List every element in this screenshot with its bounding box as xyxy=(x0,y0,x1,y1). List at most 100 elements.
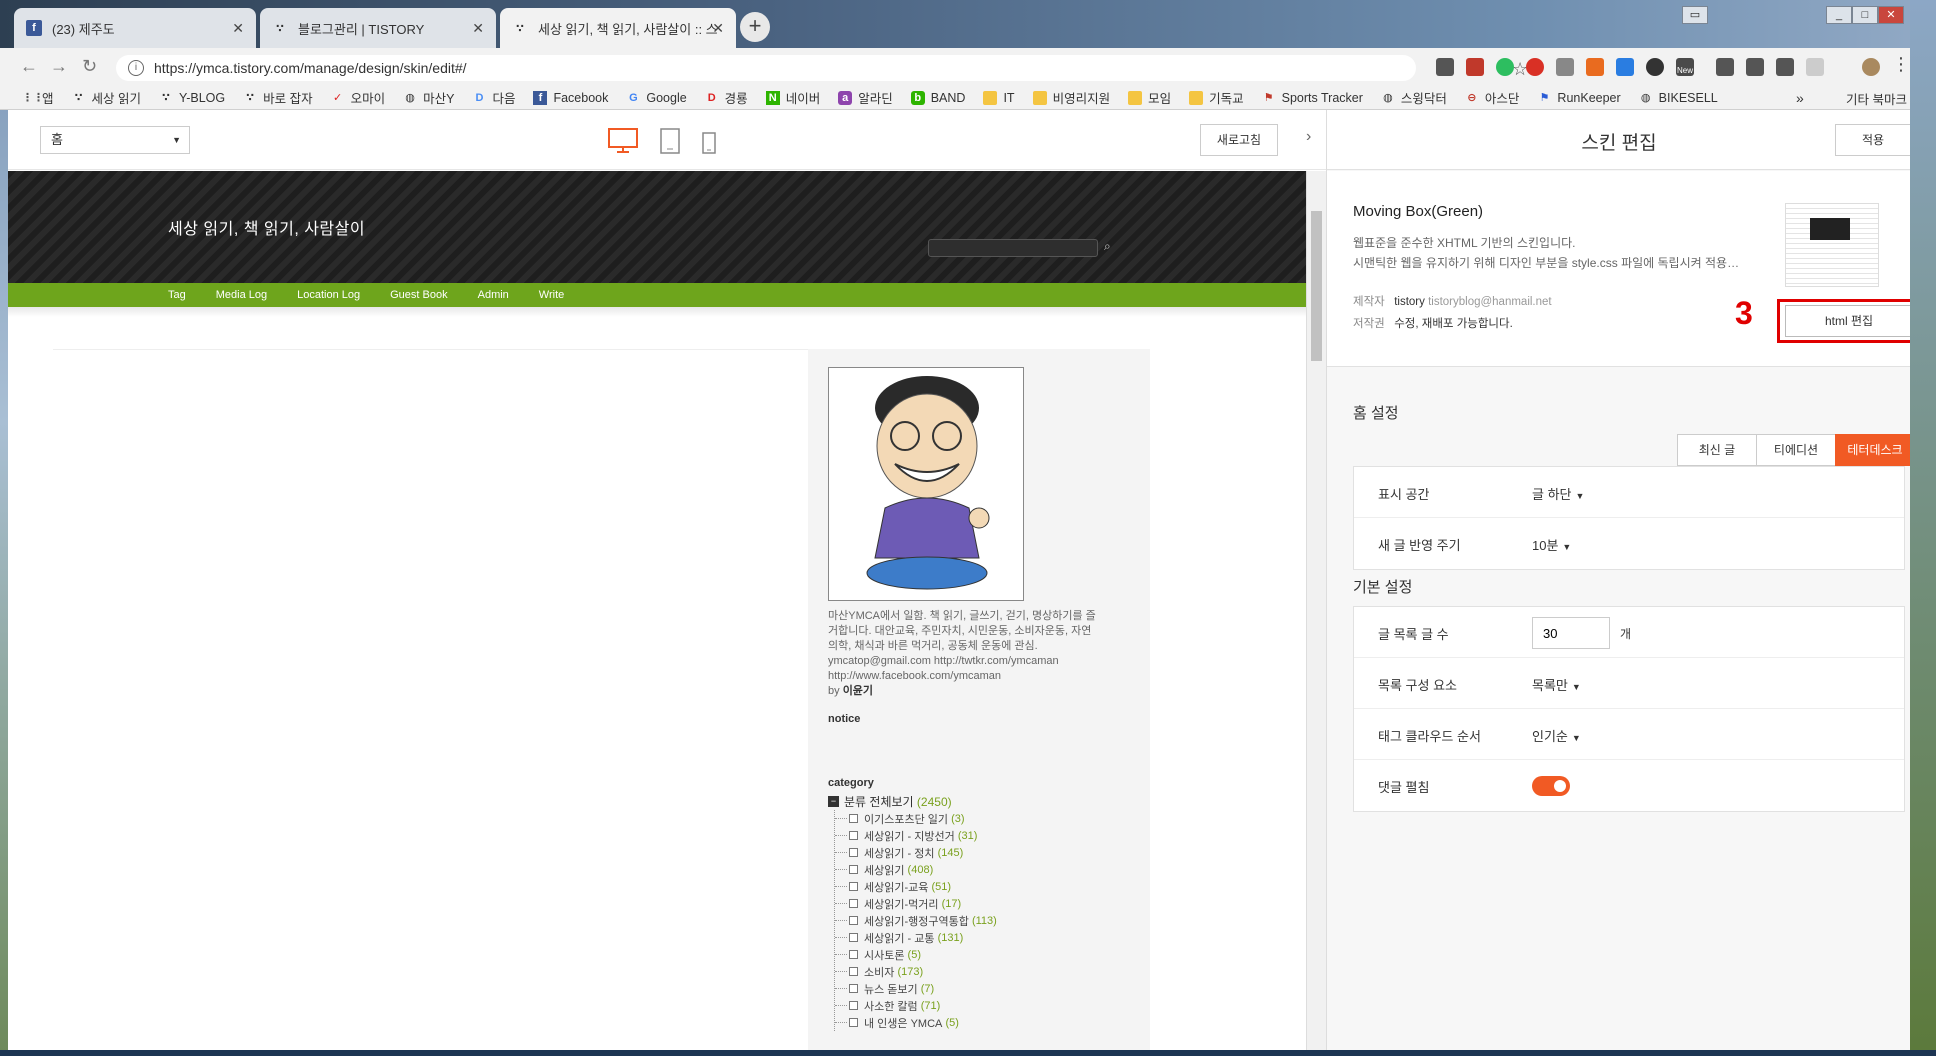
bookmark-folder[interactable]: 기독교 xyxy=(1189,88,1244,107)
bookmark-item[interactable]: ∵ Y-BLOG xyxy=(159,91,225,105)
chevron-right-icon[interactable]: › xyxy=(1306,128,1311,146)
refresh-interval-select[interactable]: 10분 ▼ xyxy=(1532,535,1571,554)
extension-icon[interactable] xyxy=(1526,58,1544,76)
bookmark-item[interactable]: ◍ BIKESELL xyxy=(1639,91,1718,105)
facebook-icon: f xyxy=(26,20,42,36)
bookmark-item[interactable]: D 경룡 xyxy=(705,88,748,107)
menu-icon[interactable]: ⋮ xyxy=(1892,54,1910,75)
bookmark-item[interactable]: N 네이버 xyxy=(765,88,820,107)
dropbox-icon[interactable] xyxy=(1616,58,1634,76)
category-item[interactable]: 시사토론 (5) xyxy=(835,946,1130,963)
category-item[interactable]: 세상읽기 (408) xyxy=(835,861,1130,878)
category-item[interactable]: 뉴스 돋보기 (7) xyxy=(835,980,1130,997)
close-icon[interactable]: ✕ xyxy=(472,20,484,37)
bookmark-item[interactable]: ∵ 세상 읽기 xyxy=(72,88,141,107)
extension-icon[interactable] xyxy=(1776,58,1794,76)
evernote-icon[interactable] xyxy=(1496,58,1514,76)
new-badge-icon[interactable]: New xyxy=(1676,58,1694,76)
extension-icon[interactable] xyxy=(1586,58,1604,76)
bookmark-item[interactable]: G Google xyxy=(626,91,687,105)
scrollbar-thumb[interactable] xyxy=(1311,211,1322,361)
category-item[interactable]: 세상읽기 - 정치 (145) xyxy=(835,844,1130,861)
forward-icon[interactable]: → xyxy=(50,56,68,77)
bookmark-item[interactable]: ⊖ 아스단 xyxy=(1465,88,1519,107)
display-area-select[interactable]: 글 하단 ▼ xyxy=(1532,484,1584,503)
bookmark-item[interactable]: ⚑ RunKeeper xyxy=(1537,91,1620,105)
close-icon[interactable]: ✕ xyxy=(232,20,244,37)
post-count-input[interactable] xyxy=(1532,617,1610,649)
bookmark-item[interactable]: a 알라딘 xyxy=(838,88,893,107)
folder-icon xyxy=(849,882,858,891)
reload-icon[interactable]: ↻ xyxy=(82,56,97,77)
tab-blog-manage[interactable]: ∵ 블로그관리 | TISTORY ✕ xyxy=(260,8,496,48)
tag-cloud-order-select[interactable]: 인기순 ▼ xyxy=(1532,726,1581,745)
page-select[interactable]: 홈 ▼ xyxy=(40,126,190,154)
avatar[interactable] xyxy=(1862,58,1880,76)
search-icon[interactable]: ⌕ xyxy=(1104,239,1111,254)
category-item[interactable]: 세상읽기-먹거리 (17) xyxy=(835,895,1130,912)
refresh-button[interactable]: 새로고침 xyxy=(1200,124,1278,156)
segment-tiedition[interactable]: 티에디션 xyxy=(1756,434,1836,466)
bookmark-folder[interactable]: 모임 xyxy=(1128,88,1171,107)
collapse-icon[interactable]: − xyxy=(828,796,839,807)
category-item[interactable]: 내 인생은 YMCA (5) xyxy=(835,1014,1130,1031)
nav-media-log[interactable]: Media Log xyxy=(216,289,267,301)
close-window-button[interactable]: ✕ xyxy=(1878,6,1904,24)
list-element-select[interactable]: 목록만 ▼ xyxy=(1532,675,1581,694)
blog-title[interactable]: 세상 읽기, 책 읽기, 사람살이 xyxy=(168,215,365,239)
extension-icon[interactable] xyxy=(1436,58,1454,76)
nav-location-log[interactable]: Location Log xyxy=(297,289,360,301)
bookmark-item[interactable]: ◍ 스윙닥터 xyxy=(1381,88,1447,107)
cloud-icon[interactable] xyxy=(1556,58,1574,76)
pdf-icon[interactable] xyxy=(1466,58,1484,76)
bookmark-apps[interactable]: ⋮⋮ 앱 xyxy=(22,88,54,107)
bookmark-folder[interactable]: IT xyxy=(983,90,1015,105)
bookmark-item[interactable]: f Facebook xyxy=(533,90,608,105)
extension-icon[interactable] xyxy=(1716,58,1734,76)
info-icon[interactable]: i xyxy=(128,60,144,76)
desktop-view-icon[interactable] xyxy=(608,128,638,157)
address-bar[interactable]: i https://ymca.tistory.com/manage/design… xyxy=(116,55,1528,81)
category-item[interactable]: 세상읽기-교육 (51) xyxy=(835,878,1130,895)
nav-admin[interactable]: Admin xyxy=(478,289,509,301)
tab-facebook[interactable]: f (23) 제주도 ✕ xyxy=(14,8,256,48)
bookmark-item[interactable]: b BAND xyxy=(910,90,965,105)
maximize-button[interactable]: □ xyxy=(1852,6,1878,24)
category-item[interactable]: 이기스포츠단 일기 (3) xyxy=(835,810,1130,827)
minimize-button[interactable]: _ xyxy=(1826,6,1852,24)
new-tab-button[interactable]: + xyxy=(740,12,770,42)
nav-tag[interactable]: Tag xyxy=(168,289,186,301)
restore-icon[interactable]: ▭ xyxy=(1682,6,1708,24)
preview-scrollbar[interactable] xyxy=(1306,171,1326,1054)
category-item[interactable]: 세상읽기 - 지방선거 (31) xyxy=(835,827,1130,844)
mobile-view-icon[interactable] xyxy=(702,132,716,157)
cast-icon[interactable] xyxy=(1806,58,1824,76)
other-bookmarks[interactable]: 기타 북마크 xyxy=(1826,89,1907,108)
tab-blog[interactable]: ∵ 세상 읽기, 책 읽기, 사람살이 :: 스 ✕ xyxy=(500,8,736,48)
category-item[interactable]: 세상읽기 - 교통 (131) xyxy=(835,929,1130,946)
category-item[interactable]: 소비자 (173) xyxy=(835,963,1130,980)
segment-tatterdesk[interactable]: 테터데스크 xyxy=(1835,434,1915,466)
bookmark-item[interactable]: ✓ 오마이 xyxy=(331,88,385,107)
close-icon[interactable]: ✕ xyxy=(712,20,724,37)
bookmarks-more-button[interactable]: » xyxy=(1796,90,1804,106)
bookmark-item[interactable]: D 다음 xyxy=(472,88,515,107)
blog-preview: 세상 읽기, 책 읽기, 사람살이 ⌕ Tag Media Log Locati… xyxy=(8,171,1326,1054)
segment-latest[interactable]: 최신 글 xyxy=(1677,434,1757,466)
category-item[interactable]: 세상읽기-행정구역통합 (113) xyxy=(835,912,1130,929)
blog-search-input[interactable] xyxy=(928,239,1098,257)
apply-button[interactable]: 적용 xyxy=(1835,124,1911,156)
tablet-view-icon[interactable] xyxy=(660,128,680,157)
bookmark-folder[interactable]: 비영리지원 xyxy=(1032,88,1110,107)
nav-write[interactable]: Write xyxy=(539,289,564,301)
category-all[interactable]: − 분류 전체보기 (2450) xyxy=(828,793,1130,810)
bookmark-item[interactable]: ⚑ Sports Tracker xyxy=(1262,91,1363,105)
comment-expand-toggle[interactable] xyxy=(1532,776,1570,796)
bookmark-item[interactable]: ◍ 마산Y xyxy=(403,88,454,107)
nav-guest-book[interactable]: Guest Book xyxy=(390,289,447,301)
category-item[interactable]: 사소한 칼럼 (71) xyxy=(835,997,1130,1014)
bookmark-item[interactable]: ∵ 바로 잡자 xyxy=(243,88,312,107)
extension-icon[interactable] xyxy=(1646,58,1664,76)
extension-icon[interactable] xyxy=(1746,58,1764,76)
back-icon[interactable]: ← xyxy=(20,56,38,77)
